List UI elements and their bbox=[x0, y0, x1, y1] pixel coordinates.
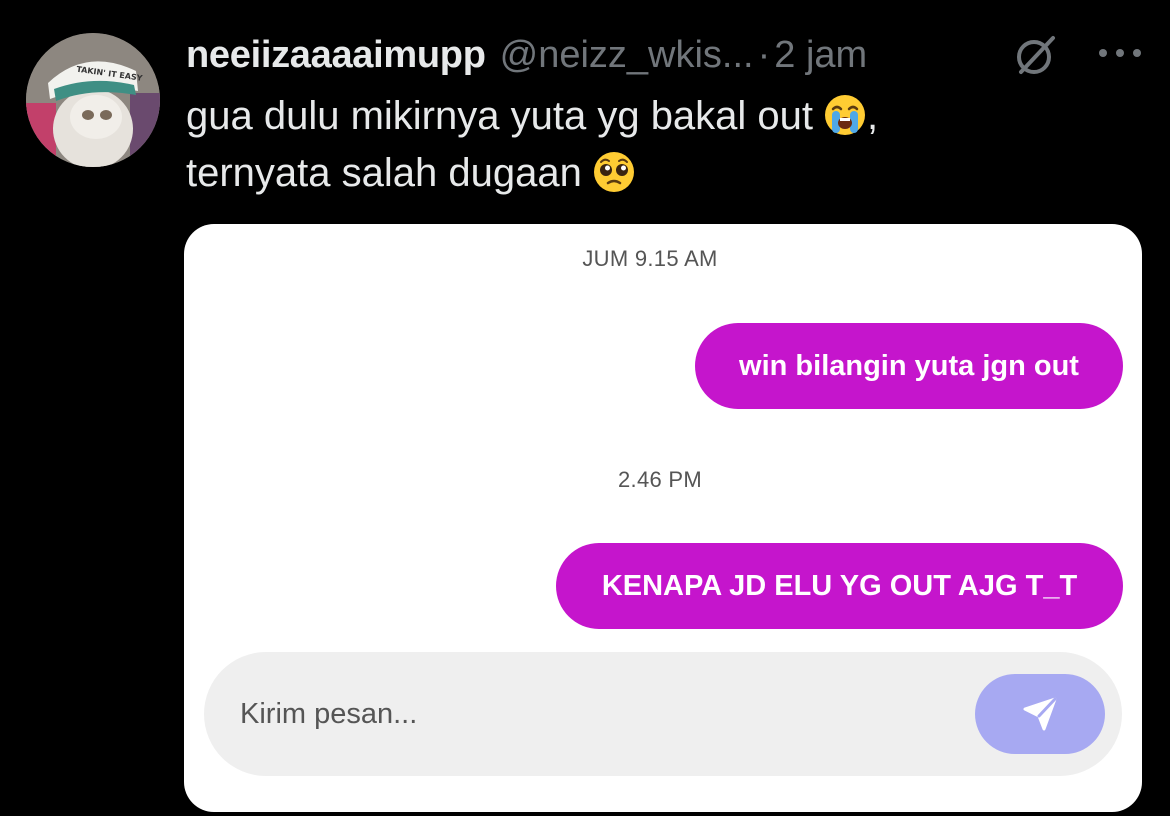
chat-message-bubble-1: win bilangin yuta jgn out bbox=[695, 323, 1123, 409]
avatar[interactable]: TAKIN' IT EASY bbox=[26, 33, 160, 167]
grok-icon[interactable] bbox=[1013, 32, 1059, 78]
separator-dot: · bbox=[757, 33, 771, 76]
send-button[interactable] bbox=[975, 674, 1105, 754]
tweet-text-line-2: ternyata salah dugaan bbox=[186, 145, 1086, 202]
tweet-text-part-2: ternyata salah dugaan bbox=[186, 151, 582, 195]
tweet-header: neeiizaaaaimupp @neizz_wkis... · 2 jam bbox=[186, 30, 1150, 80]
message-input[interactable] bbox=[240, 692, 940, 736]
message-composer bbox=[204, 652, 1122, 776]
tweet-text: gua dulu mikirnya yuta yg bakal out , te… bbox=[186, 88, 1086, 202]
more-options-icon[interactable] bbox=[1095, 38, 1145, 68]
tweet-time[interactable]: 2 jam bbox=[774, 34, 867, 77]
chat-message-text-2: KENAPA JD ELU YG OUT AJG T_T bbox=[601, 569, 1078, 602]
tweet-text-comma: , bbox=[867, 94, 879, 138]
tweet-text-line-1: gua dulu mikirnya yuta yg bakal out , bbox=[186, 88, 1086, 145]
user-handle[interactable]: @neizz_wkis... bbox=[500, 34, 754, 77]
chat-timestamp-2: 2.46 PM bbox=[618, 467, 703, 492]
avatar-image: TAKIN' IT EASY bbox=[26, 33, 160, 167]
chat-message-text-1: win bilangin yuta jgn out bbox=[739, 349, 1079, 382]
display-name[interactable]: neeiizaaaaimupp bbox=[186, 34, 486, 77]
loudly-crying-face-icon bbox=[823, 93, 867, 137]
tweet-media-image[interactable]: JUM 9.15 AM win bilangin yuta jgn out 2.… bbox=[184, 224, 1142, 812]
pleading-face-icon bbox=[592, 150, 636, 194]
send-icon bbox=[1023, 697, 1057, 731]
tweet-text-part-1: gua dulu mikirnya yuta yg bakal out bbox=[186, 94, 814, 138]
chat-timestamp-1: JUM 9.15 AM bbox=[582, 246, 718, 271]
chat-message-bubble-2: KENAPA JD ELU YG OUT AJG T_T bbox=[556, 543, 1123, 629]
